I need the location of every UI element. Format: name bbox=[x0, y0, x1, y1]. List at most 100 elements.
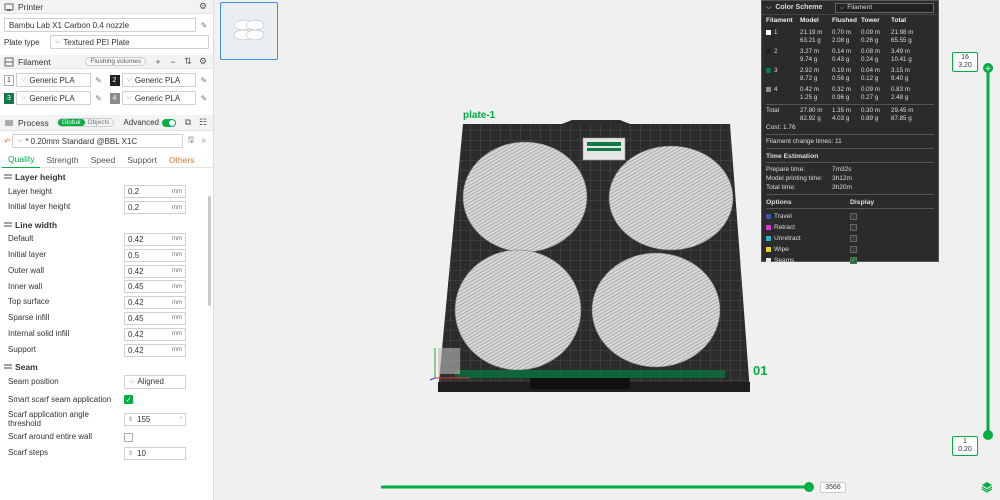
seam-position-select[interactable]: ⌵ Aligned bbox=[124, 374, 186, 389]
line-width-input[interactable]: 0.42 mm bbox=[124, 343, 186, 357]
display-checkbox[interactable] bbox=[850, 235, 857, 242]
process-section-header: Process Global Objects Advanced ⧉ ☷ bbox=[0, 115, 213, 131]
search-icon[interactable]: ⌕ bbox=[199, 136, 209, 146]
chevron-down-icon: ⌵ bbox=[126, 76, 132, 83]
setting-scarf-steps: Scarf steps ⇕ 10 bbox=[0, 446, 213, 462]
filament-edit-icon[interactable]: ✎ bbox=[94, 93, 104, 103]
scarf-around-checkbox[interactable] bbox=[124, 433, 133, 443]
setting-layer-height: Layer height 0.2 mm bbox=[0, 184, 213, 200]
plate-label[interactable]: plate-1 bbox=[463, 110, 495, 121]
setting-line-width: Sparse infill 0.45 mm bbox=[0, 311, 213, 327]
tab-support[interactable]: Support bbox=[121, 152, 163, 168]
remove-icon[interactable]: − bbox=[167, 56, 179, 68]
add-icon[interactable]: + bbox=[152, 56, 164, 68]
line-width-input[interactable]: 0.42 mm bbox=[124, 296, 186, 310]
layers-icon[interactable] bbox=[980, 480, 994, 494]
filament-item-2[interactable]: 2 ⌵ Generic PLA ✎ bbox=[109, 73, 210, 87]
filament-edit-icon[interactable]: ✎ bbox=[94, 75, 104, 85]
advanced-toggle[interactable] bbox=[162, 118, 176, 127]
seam-icon bbox=[4, 363, 12, 371]
filament-select[interactable]: ⌵ Generic PLA bbox=[121, 73, 196, 87]
filament-select[interactable]: ⌵ Generic PLA bbox=[121, 91, 196, 105]
line-width-input[interactable]: 0.45 mm bbox=[124, 280, 186, 294]
save-preset-icon[interactable]: 🖫 bbox=[186, 135, 196, 146]
sync-icon[interactable]: ⇅ bbox=[182, 56, 194, 68]
printer-title: Printer bbox=[18, 1, 44, 12]
filament-item-4[interactable]: 4 ⌵ Generic PLA ✎ bbox=[109, 91, 210, 105]
chevron-down-icon[interactable]: ⌵ bbox=[766, 4, 771, 12]
global-tab[interactable]: Global bbox=[57, 119, 85, 126]
tab-others[interactable]: Others bbox=[163, 152, 201, 168]
plate-type-select[interactable]: ⌵ Textured PEI Plate bbox=[50, 35, 209, 49]
layer-slider[interactable]: + bbox=[983, 50, 993, 460]
color-scheme-panel: ⌵ Color Scheme ⌵ Filament Filament Model… bbox=[761, 0, 939, 264]
line-width-input[interactable]: 0.42 mm bbox=[124, 232, 186, 246]
filament-swatch bbox=[766, 48, 771, 54]
scarf-steps-input[interactable]: ⇕ 10 bbox=[124, 446, 186, 460]
chevron-down-icon: ⌵ bbox=[126, 94, 132, 101]
move-slider[interactable] bbox=[378, 482, 814, 492]
printer-select[interactable]: Bambu Lab X1 Carbon 0.4 nozzle bbox=[4, 18, 196, 32]
process-settings-icon[interactable]: ☷ bbox=[197, 117, 209, 129]
line-width-input[interactable]: 0.42 mm bbox=[124, 264, 186, 278]
tab-strength[interactable]: Strength bbox=[40, 152, 84, 168]
initial-layer-height-input[interactable]: 0.2 mm bbox=[124, 201, 186, 215]
display-checkbox[interactable] bbox=[850, 246, 857, 253]
option-row-wipe: Wipe bbox=[762, 244, 938, 255]
printing-time: Model printing time: 3h12m bbox=[766, 175, 852, 182]
filament-number: 4 bbox=[109, 92, 120, 104]
filament-settings-icon[interactable]: ⚙ bbox=[197, 56, 209, 68]
display-checkbox[interactable] bbox=[850, 213, 857, 220]
filament-number: 3 bbox=[4, 92, 14, 104]
objects-tab[interactable]: Objects bbox=[85, 119, 113, 126]
filament-number: 2 bbox=[109, 74, 120, 86]
printer-section-header[interactable]: Printer ⚙ bbox=[0, 0, 213, 14]
scarf-angle-input[interactable]: ⇕ 155 ° bbox=[124, 413, 186, 427]
process-preset-select[interactable]: ⌵ * 0.20mm Standard @BBL X1C bbox=[12, 134, 183, 148]
global-objects-toggle[interactable]: Global Objects bbox=[56, 118, 114, 127]
filament-swatch bbox=[766, 29, 771, 35]
line-width-input[interactable]: 0.45 mm bbox=[124, 311, 186, 325]
filament-edit-icon[interactable]: ✎ bbox=[199, 75, 209, 85]
chevron-down-icon: ⌵ bbox=[129, 377, 135, 385]
display-checkbox[interactable]: ✓ bbox=[850, 257, 857, 264]
printer-settings-icon[interactable]: ⚙ bbox=[197, 1, 209, 13]
plate-thumbnail[interactable] bbox=[220, 2, 278, 60]
option-swatch bbox=[766, 236, 771, 241]
filament-title: Filament bbox=[18, 56, 51, 67]
setting-line-width: Internal solid infill 0.42 mm bbox=[0, 326, 213, 342]
layer-bottom-label: 1 0.20 bbox=[952, 436, 978, 456]
filament-edit-icon[interactable]: ✎ bbox=[199, 93, 209, 103]
tab-quality[interactable]: Quality bbox=[2, 152, 41, 168]
filament-select[interactable]: ⌵ Generic PLA bbox=[16, 73, 91, 87]
filament-section-header[interactable]: Filament Flushing volumes + − ⇅ ⚙ bbox=[0, 55, 213, 69]
line-width-input[interactable]: 0.42 mm bbox=[124, 327, 186, 341]
flushing-volumes-button[interactable]: Flushing volumes bbox=[85, 57, 146, 66]
layer-height-input[interactable]: 0.2 mm bbox=[124, 185, 186, 199]
compare-icon[interactable]: ⧉ bbox=[182, 117, 194, 129]
plate-number: 01 bbox=[753, 363, 768, 378]
printer-edit-icon[interactable]: ✎ bbox=[199, 20, 209, 30]
filament-select[interactable]: ⌵ Generic PLA bbox=[16, 91, 91, 105]
smart-scarf-checkbox[interactable]: ✓ bbox=[124, 395, 133, 405]
color-scheme-select[interactable]: ⌵ Filament bbox=[835, 2, 934, 13]
filament-item-1[interactable]: 1 ⌵ Generic PLA ✎ bbox=[4, 73, 104, 87]
group-line-width: Line width bbox=[0, 218, 213, 232]
option-row-travel: Travel bbox=[762, 211, 938, 222]
filament-usage-row: 2 3.27 m 9.74 g 0.14 m 0.43 g 0.08 m 0.24 g 3.4… bbox=[762, 45, 938, 64]
move-slider-handle[interactable] bbox=[804, 482, 814, 492]
plate-thumbnail-preview bbox=[233, 19, 265, 41]
setting-line-width: Inner wall 0.45 mm bbox=[0, 279, 213, 295]
settings-scrollbar[interactable] bbox=[208, 196, 211, 306]
display-checkbox[interactable] bbox=[850, 224, 857, 231]
legend-header: ⌵ Color Scheme ⌵ Filament bbox=[762, 1, 938, 15]
filament-usage-row: 3 2.92 m 8.72 g 0.19 m 0.56 g 0.04 m 0.12 g 3.1… bbox=[762, 64, 938, 83]
total-row: Total 27.80 m 82.92 g 1.35 m 4.03 g 0.30 m… bbox=[766, 107, 914, 122]
tab-speed[interactable]: Speed bbox=[85, 152, 122, 168]
quality-settings: Layer height Layer height 0.2 mm Initial … bbox=[0, 170, 213, 461]
filament-item-3[interactable]: 3 ⌵ Generic PLA ✎ bbox=[4, 91, 104, 105]
chevron-down-icon: ⌵ bbox=[21, 76, 27, 83]
line-width-input[interactable]: 0.5 mm bbox=[124, 248, 186, 262]
layer-slider-bottom-handle[interactable] bbox=[983, 430, 993, 440]
option-swatch bbox=[766, 258, 771, 263]
